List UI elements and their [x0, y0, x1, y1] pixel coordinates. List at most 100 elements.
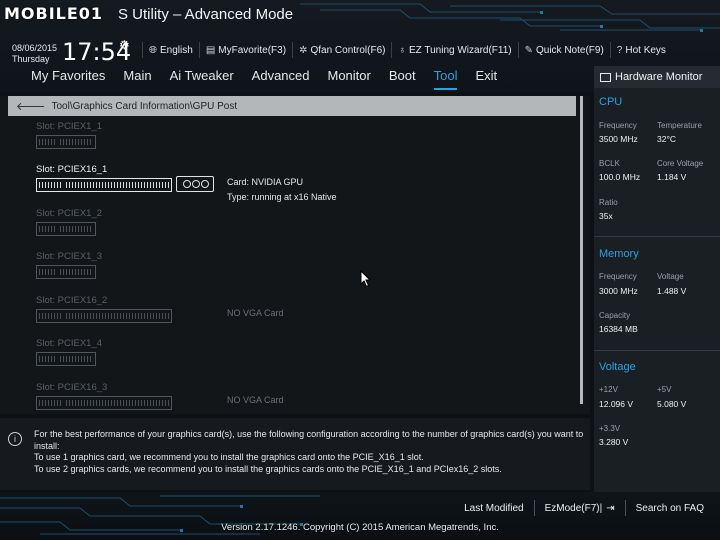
memory-frequency-label: Frequency: [599, 272, 637, 281]
ez-tuning-wizard-button[interactable]: ♁ EZ Tuning Wizard(F11): [391, 42, 517, 58]
slot-status: NO VGA Card: [227, 308, 284, 318]
slot-label: Slot: PCIEX1_3: [36, 251, 103, 262]
date: 08/06/2015: [12, 43, 58, 53]
exit-arrow-icon: ⇥: [606, 502, 615, 514]
v33-label: +3.3V: [599, 424, 621, 433]
cpu-frequency-value: 3500 MHz: [599, 134, 638, 144]
hardware-monitor-title: Hardware Monitor: [615, 71, 703, 83]
slot-pciex16-1: Slot: PCIEX16_1: [36, 164, 172, 192]
wizard-icon: ♁: [398, 44, 406, 56]
quick-note-button[interactable]: ✎ Quick Note(F9): [517, 42, 610, 58]
bclk-label: BCLK: [599, 159, 620, 168]
pcie-x16-slot-graphic: [36, 178, 172, 192]
ez-mode-label: EzMode(F7)|: [544, 502, 603, 514]
v5-value: 5.080 V: [657, 399, 687, 409]
pcie-x16-slot-graphic: [36, 396, 172, 410]
memory-frequency-value: 3000 MHz: [599, 286, 638, 296]
ratio-label: Ratio: [599, 198, 618, 207]
hardware-monitor-header: Hardware Monitor: [594, 66, 720, 88]
footer: Last Modified EzMode(F7)| ⇥ Search on FA…: [0, 492, 720, 540]
info-line-1: For the best performance of your graphic…: [34, 429, 584, 451]
memory-voltage-value: 1.488 V: [657, 286, 687, 296]
tab-monitor[interactable]: Monitor: [319, 66, 380, 88]
search-faq-button[interactable]: Search on FAQ: [624, 500, 714, 516]
slot-pciex1-3: Slot: PCIEX1_3: [36, 251, 102, 279]
slot-label: Slot: PCIEX1_1: [36, 121, 103, 132]
tab-exit[interactable]: Exit: [466, 66, 506, 88]
tab-my-favorites[interactable]: My Favorites: [22, 66, 114, 88]
v12-value: 12.096 V: [599, 399, 634, 409]
note-icon: ✎: [524, 44, 533, 56]
tab-tool[interactable]: Tool: [425, 66, 467, 90]
hardware-monitor-panel: Hardware Monitor CPU Frequency Temperatu…: [594, 66, 720, 492]
bclk-value: 100.0 MHz: [599, 172, 641, 182]
version-text: Version 2.17.1246. Copyright (C) 2015 Am…: [221, 522, 499, 533]
cpu-section-title: CPU: [599, 96, 623, 108]
info-icon: i: [8, 432, 22, 446]
language-button[interactable]: 🌐︎ English: [142, 42, 199, 58]
v5-label: +5V: [657, 385, 672, 394]
ratio-value: 35x: [599, 211, 613, 221]
card-name: Card: NVIDIA GPU: [227, 177, 304, 187]
language-label: English: [160, 44, 193, 56]
globe-icon: 🌐︎: [149, 44, 157, 56]
divider: [594, 236, 720, 237]
breadcrumb: Tool\Graphics Card Information\GPU Post: [51, 100, 238, 112]
ez-mode-button[interactable]: EzMode(F7)| ⇥: [533, 500, 625, 516]
card-type: Type: running at x16 Native: [227, 192, 337, 202]
myfavorite-label: MyFavorite(F3): [218, 44, 287, 56]
capacity-value: 16384 MB: [599, 324, 638, 334]
tab-boot[interactable]: Boot: [380, 66, 425, 88]
tab-advanced[interactable]: Advanced: [243, 66, 319, 88]
favorite-icon: ▤: [205, 44, 216, 56]
pcie-x16-slot-graphic: [36, 309, 172, 323]
myfavorite-button[interactable]: ▤ MyFavorite(F3): [198, 42, 292, 58]
slot-pciex1-2: Slot: PCIEX1_2: [36, 208, 102, 236]
memory-voltage-label: Voltage: [657, 272, 684, 281]
memory-section-title: Memory: [599, 248, 639, 260]
cpu-temperature-label: Temperature: [657, 121, 702, 130]
quick-note-label: Quick Note(F9): [536, 44, 604, 56]
question-icon: ?: [616, 44, 623, 56]
voltage-section-title: Voltage: [599, 361, 636, 373]
slot-pciex16-3: Slot: PCIEX16_3: [36, 382, 172, 410]
mouse-cursor-icon: [360, 270, 372, 288]
ez-tuning-label: EZ Tuning Wizard(F11): [408, 44, 512, 56]
slot-pciex16-2: Slot: PCIEX16_2: [36, 295, 172, 323]
footer-actions: Last Modified EzMode(F7)| ⇥ Search on FA…: [454, 500, 714, 516]
pcie-x1-slot-graphic: [36, 265, 96, 279]
core-voltage-value: 1.184 V: [657, 172, 687, 182]
day: Thursday: [12, 54, 50, 64]
v12-label: +12V: [599, 385, 618, 394]
hot-keys-label: Hot Keys: [625, 44, 666, 56]
slot-label: Slot: PCIEX16_2: [36, 295, 108, 306]
qfan-control-button[interactable]: ✲ Qfan Control(F6): [292, 42, 391, 58]
tab-main[interactable]: Main: [114, 66, 160, 88]
pcie-x1-slot-graphic: [36, 135, 96, 149]
back-arrow-icon[interactable]: 🡐: [16, 99, 46, 113]
slot-pciex1-4: Slot: PCIEX1_4: [36, 338, 102, 366]
last-modified-button[interactable]: Last Modified: [454, 500, 533, 516]
divider: [594, 350, 720, 351]
slot-status: NO VGA Card: [227, 395, 284, 405]
scrollbar-thumb[interactable]: [580, 96, 583, 404]
cpu-temperature-value: 32°C: [657, 134, 676, 144]
logo: MOBILE01: [4, 4, 104, 23]
tools-row: 🌐︎ English ▤ MyFavorite(F3) ✲ Qfan Contr…: [142, 42, 672, 58]
slot-label: Slot: PCIEX1_4: [36, 338, 103, 349]
info-text: For the best performance of your graphic…: [34, 429, 584, 475]
qfan-label: Qfan Control(F6): [310, 44, 386, 56]
fan-icon: ✲: [299, 44, 308, 56]
slot-label: Slot: PCIEX16_3: [36, 382, 108, 393]
cpu-frequency-label: Frequency: [599, 121, 637, 130]
info-line-2: To use 1 graphics card, we recommend you…: [34, 452, 424, 462]
hot-keys-button[interactable]: ? Hot Keys: [609, 42, 672, 58]
gear-icon[interactable]: ⚙: [119, 38, 130, 52]
tab-ai-tweaker[interactable]: Ai Tweaker: [161, 66, 243, 88]
scrollbar[interactable]: [580, 96, 583, 404]
breadcrumb-bar: 🡐 Tool\Graphics Card Information\GPU Pos…: [8, 96, 576, 116]
pcie-x1-slot-graphic: [36, 352, 96, 366]
slot-pciex1-1: Slot: PCIEX1_1: [36, 121, 102, 149]
core-voltage-label: Core Voltage: [657, 159, 704, 168]
info-line-3: To use 2 graphics cards, we recommend yo…: [34, 463, 502, 474]
